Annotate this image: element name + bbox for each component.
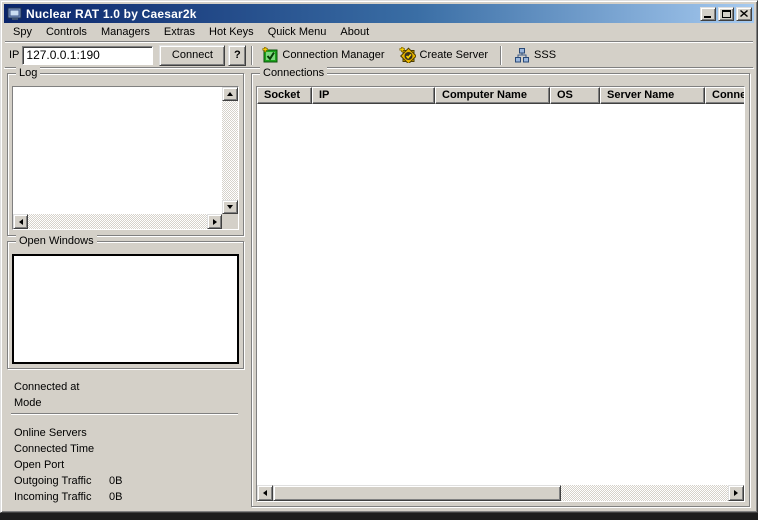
arrow-left-icon [18, 218, 23, 225]
scroll-track[interactable] [561, 485, 728, 501]
log-vertical-scrollbar [222, 87, 238, 214]
scroll-up-button[interactable] [222, 87, 238, 101]
status-row: Outgoing Traffic 0B [14, 475, 240, 489]
close-button[interactable] [736, 6, 752, 21]
status-row: Connected at [14, 381, 240, 395]
status-label: Connected at [14, 381, 80, 393]
status-label: Connected Time [14, 443, 95, 455]
status-row: Incoming Traffic 0B [14, 491, 240, 505]
connections-group: Connections Socket IP Computer Name OS S… [251, 67, 750, 507]
menu-item-hot-keys[interactable]: Hot Keys [202, 24, 261, 40]
connections-horizontal-scrollbar [257, 485, 744, 501]
column-header-server-name[interactable]: Server Name [600, 87, 705, 104]
menu-item-controls[interactable]: Controls [39, 24, 94, 40]
status-value: 0B [109, 491, 123, 503]
scroll-right-button[interactable] [728, 485, 744, 501]
scrollbar-corner [222, 214, 238, 229]
log-list[interactable] [13, 87, 222, 214]
log-group: Log [7, 67, 244, 236]
column-header-connection[interactable]: Connection [705, 87, 744, 104]
arrow-down-icon [227, 205, 233, 209]
toolbar-separator [500, 45, 503, 65]
arrow-up-icon [227, 92, 233, 96]
connection-manager-button[interactable]: Connection Manager [258, 45, 388, 65]
sss-button[interactable]: SSS [510, 45, 560, 65]
scroll-left-button[interactable] [13, 214, 28, 229]
toolbar: IP Connect ? Connection Manager [5, 42, 753, 68]
network-nodes-icon [515, 48, 530, 63]
toolbar-separator [251, 45, 254, 65]
scroll-track[interactable] [28, 214, 207, 229]
arrow-right-icon [212, 218, 217, 225]
status-label: Outgoing Traffic [14, 475, 92, 487]
column-header-computer-name[interactable]: Computer Name [435, 87, 550, 104]
minimize-icon [704, 15, 711, 18]
column-header-ip[interactable]: IP [312, 87, 435, 104]
connections-table: Socket IP Computer Name OS Server Name C… [256, 86, 745, 502]
window-title: Nuclear RAT 1.0 by Caesar2k [26, 6, 197, 21]
connections-list[interactable] [257, 104, 744, 485]
create-server-label: Create Server [419, 49, 489, 61]
status-row: Mode [14, 397, 240, 411]
gear-plus-icon [399, 47, 416, 63]
minimize-button[interactable] [700, 6, 716, 21]
ip-input[interactable] [22, 45, 154, 65]
menu-bar: Spy Controls Managers Extras Hot Keys Qu… [5, 23, 753, 42]
log-group-title: Log [16, 67, 41, 79]
scroll-right-button[interactable] [207, 214, 222, 229]
menu-item-quick-menu[interactable]: Quick Menu [261, 24, 334, 40]
column-header-socket[interactable]: Socket [257, 87, 312, 104]
menu-item-about[interactable]: About [333, 24, 376, 40]
app-window: Nuclear RAT 1.0 by Caesar2k Spy Controls… [0, 0, 758, 513]
scrollbar-thumb[interactable] [273, 485, 561, 501]
status-value: 0B [109, 475, 123, 487]
sss-label: SSS [534, 49, 557, 61]
connect-button[interactable]: Connect [159, 44, 226, 66]
status-label: Online Servers [14, 427, 87, 439]
titlebar: Nuclear RAT 1.0 by Caesar2k [4, 4, 754, 23]
menu-item-managers[interactable]: Managers [94, 24, 157, 40]
status-label: Incoming Traffic [14, 491, 92, 503]
status-row: Open Port [14, 459, 240, 473]
arrow-right-icon [734, 490, 738, 496]
status-label: Open Port [14, 459, 65, 471]
connections-group-title: Connections [260, 67, 328, 79]
maximize-icon [721, 9, 731, 18]
scroll-track[interactable] [222, 101, 238, 200]
status-separator [11, 413, 238, 415]
open-windows-group-title: Open Windows [16, 235, 97, 247]
log-listbox [12, 86, 239, 230]
connections-table-header: Socket IP Computer Name OS Server Name C… [257, 87, 744, 104]
open-windows-group: Open Windows [7, 235, 244, 369]
status-row: Online Servers [14, 427, 240, 441]
menu-item-extras[interactable]: Extras [157, 24, 202, 40]
help-button[interactable]: ? [228, 44, 247, 66]
arrow-left-icon [263, 490, 267, 496]
status-label: Mode [14, 397, 42, 409]
scroll-down-button[interactable] [222, 200, 238, 214]
app-icon [7, 7, 22, 20]
desktop-background-strip [0, 513, 758, 520]
log-horizontal-scrollbar [13, 214, 222, 229]
scroll-left-button[interactable] [257, 485, 273, 501]
open-windows-list[interactable] [12, 254, 239, 364]
green-check-screen-icon [262, 47, 278, 63]
main-area: Log Open Windows Connected at Mode Onlin… [4, 67, 754, 509]
column-header-os[interactable]: OS [550, 87, 600, 104]
create-server-button[interactable]: Create Server [395, 45, 492, 65]
status-row: Connected Time [14, 443, 240, 457]
connection-manager-label: Connection Manager [282, 49, 385, 61]
close-icon [740, 10, 748, 17]
maximize-button[interactable] [718, 6, 734, 21]
ip-label: IP [9, 49, 20, 61]
menu-item-spy[interactable]: Spy [6, 24, 39, 40]
